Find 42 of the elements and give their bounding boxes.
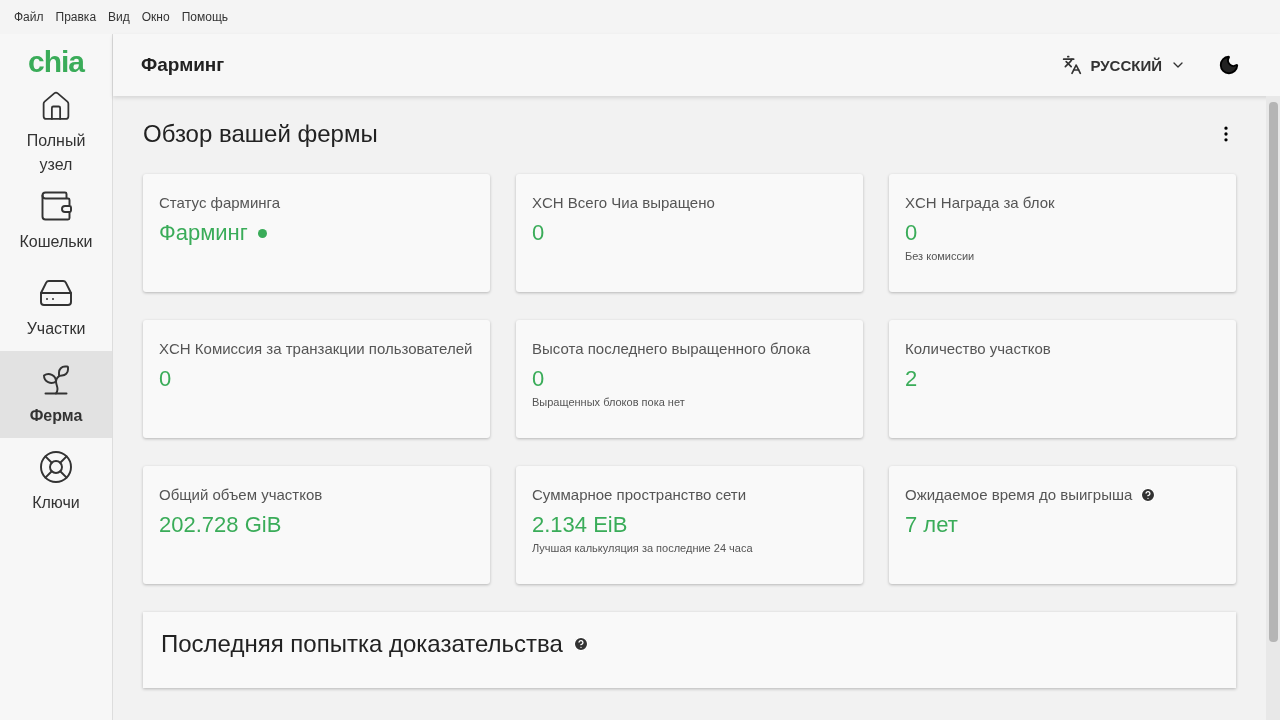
menu-item[interactable]: Помощь — [181, 10, 229, 24]
theme-toggle-icon[interactable] — [1218, 54, 1240, 76]
card-label: Высота последнего выращенного блока — [532, 339, 811, 359]
card-value: 2 — [905, 366, 918, 392]
language-selector[interactable]: РУССКИЙ — [1056, 54, 1192, 76]
scrollbar[interactable] — [1266, 96, 1280, 720]
help-icon[interactable] — [572, 636, 589, 652]
card-value: 0 — [159, 366, 172, 392]
card-label: XCH Комиссия за транзакции пользователей — [159, 339, 473, 359]
card-value: 0 — [532, 220, 545, 246]
card-label: Ожидаемое время до выигрыша — [905, 485, 1133, 505]
card-value: 0 — [905, 220, 918, 246]
card-label: Общий объем участков — [159, 485, 323, 505]
card-label: Статус фарминга — [159, 193, 281, 213]
menu-item[interactable]: Вид — [108, 10, 130, 24]
menu-item[interactable]: Правка — [55, 10, 97, 24]
sidebar-item[interactable]: Участки — [0, 264, 112, 351]
card-label: XCH Всего Чиа выращено — [532, 193, 715, 213]
card-note: Лучшая калькуляция за последние 24 часа — [532, 542, 754, 554]
card-label: Количество участков — [905, 339, 1051, 359]
card-value: 2.134 EiB — [532, 512, 628, 538]
card-value: 202.728 GiB — [159, 512, 282, 538]
sidebar-item[interactable]: Кошельки — [0, 177, 112, 264]
sidebar-item[interactable]: Ферма — [0, 351, 112, 438]
menu-item[interactable]: Окно — [141, 10, 170, 24]
card-note: Без комиссии — [905, 250, 976, 262]
section-title: Последняя попытка доказательства — [161, 630, 563, 658]
card-note: Выращенных блоков пока нет — [532, 396, 686, 408]
page-title: Фарминг — [141, 54, 226, 76]
sidebar-item[interactable]: Полный узел — [0, 90, 112, 177]
card-label: Суммарное пространство сети — [532, 485, 747, 505]
translate-icon — [1062, 55, 1083, 75]
help-icon[interactable] — [1140, 487, 1157, 503]
card-value: 7 лет — [905, 512, 958, 538]
section-title: Обзор вашей фермы — [143, 120, 378, 148]
card-value: 0 — [532, 366, 545, 392]
logo: chia — [28, 45, 84, 79]
sidebar-item[interactable]: Ключи — [0, 438, 112, 525]
card-value: Фарминг — [159, 220, 248, 246]
card-label: XCH Награда за блок — [905, 193, 1055, 213]
menu-item[interactable]: Файл — [14, 10, 44, 24]
life-buoy-icon — [38, 448, 74, 485]
